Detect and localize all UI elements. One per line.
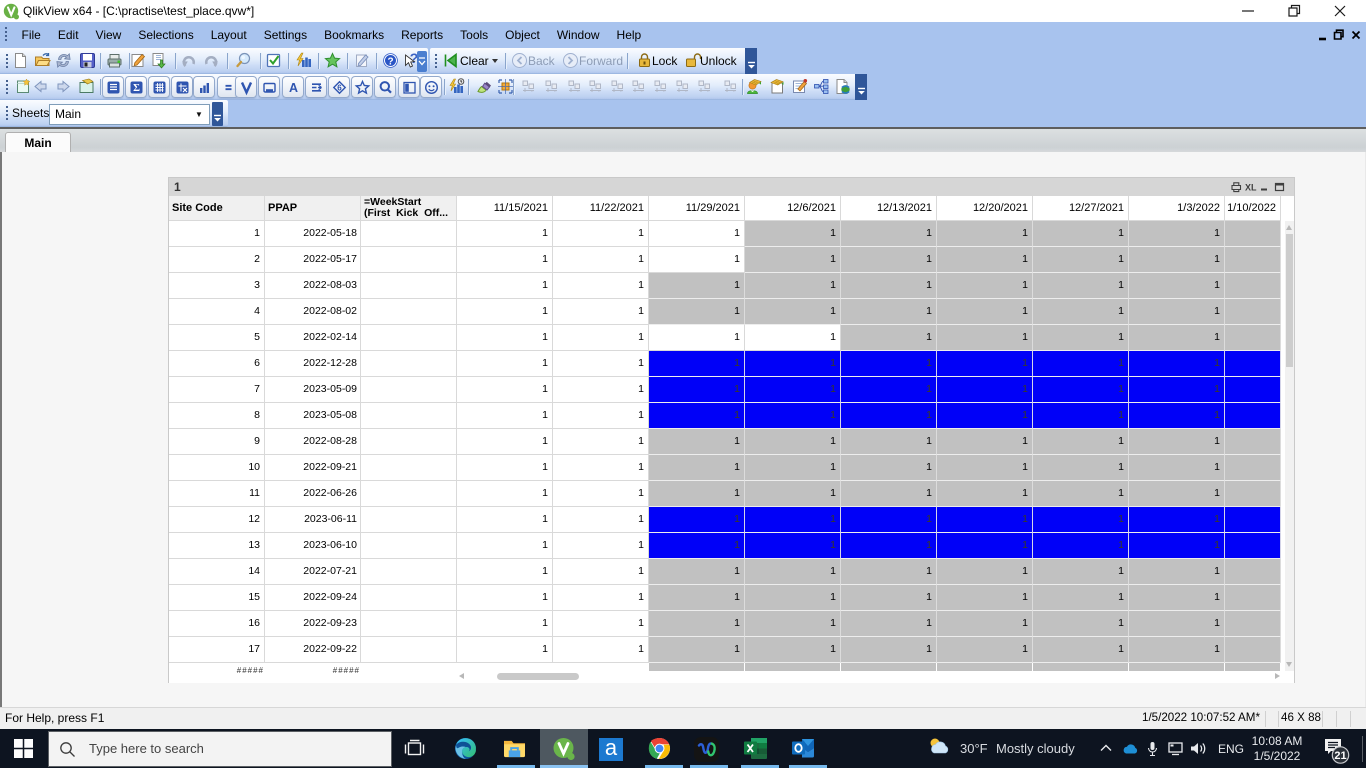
svg-text:Σ: Σ [133, 83, 140, 94]
svg-text:6: 6 [337, 84, 342, 93]
svg-text:XL: XL [1245, 183, 1257, 193]
svg-text:21: 21 [1334, 750, 1346, 762]
svg-text:?: ? [387, 56, 393, 67]
svg-text:A: A [289, 81, 298, 95]
